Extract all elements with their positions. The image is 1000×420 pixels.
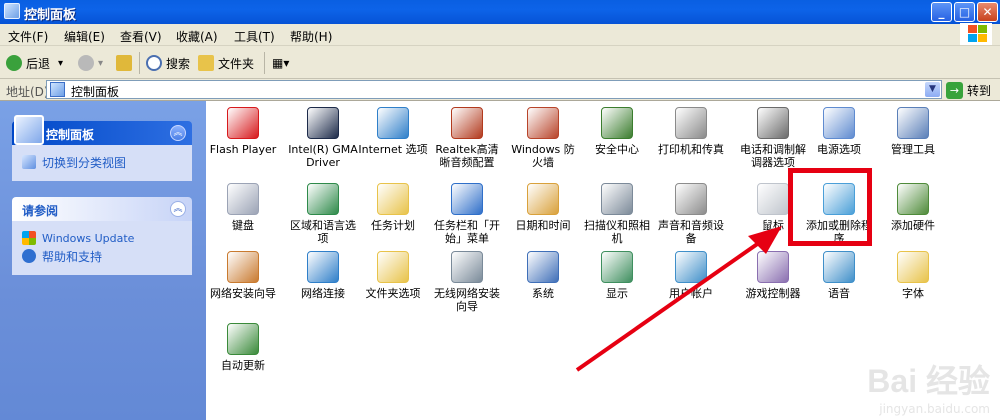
annotation-arrow xyxy=(575,226,782,372)
arrow-head xyxy=(748,226,782,254)
watermark: Bai 经验 jingyan.baidu.com xyxy=(867,356,990,416)
watermark-url: jingyan.baidu.com xyxy=(879,402,990,416)
watermark-brand: Bai 经验 xyxy=(867,363,990,399)
arrow-shaft xyxy=(575,238,765,372)
